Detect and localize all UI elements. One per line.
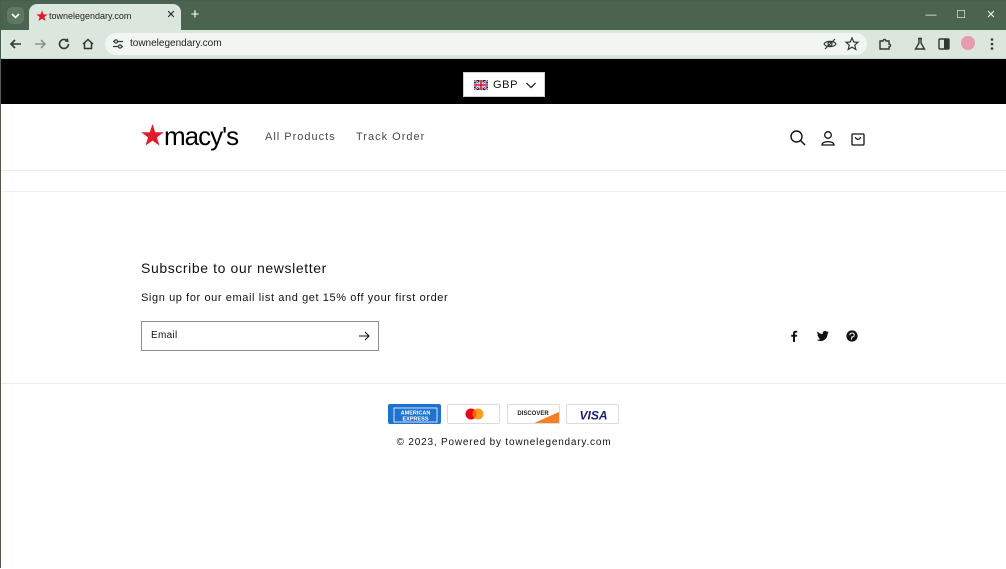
labs-flask-icon[interactable] [911,35,929,53]
facebook-icon[interactable] [788,330,800,342]
macys-star-icon [141,124,164,146]
browser-window: townelegendary.com ✕ + — ☐ ✕ townelegend… [0,0,1006,569]
logo-wordmark: macy's [164,121,239,151]
copyright-prefix: © 2023, [396,437,442,448]
footer-divider [1,383,1006,384]
browser-toolbar: townelegendary.com [1,30,1006,59]
visa-text: VISA [579,409,607,423]
maximize-button[interactable]: ☐ [953,7,969,23]
currency-label: GBP [493,79,519,91]
browser-tab[interactable]: townelegendary.com ✕ [29,4,181,30]
discover-logo: DISCOVER [517,411,559,423]
discover-card-icon: DISCOVER [507,404,560,424]
reload-icon[interactable] [55,35,73,53]
new-tab-button[interactable]: + [187,7,203,23]
email-placeholder: Email [151,330,178,341]
pinterest-icon[interactable] [846,330,858,342]
menu-kebab-icon[interactable] [983,35,1001,53]
nav-track-order[interactable]: Track Order [356,131,425,143]
amex-line-2: EXPRESS [403,416,429,422]
arrow-right-icon[interactable] [358,330,370,342]
visa-logo: VISA [579,409,607,423]
forward-arrow-icon[interactable] [31,35,49,53]
star-favicon-icon [36,10,48,21]
extensions-puzzle-icon[interactable] [876,35,894,53]
email-field[interactable]: Email [141,321,379,351]
site-header: macy's All Products Track Order [1,104,1006,171]
close-window-button[interactable]: ✕ [983,7,999,23]
url-text: townelegendary.com [130,38,222,49]
account-icon[interactable] [819,129,837,147]
address-bar[interactable]: townelegendary.com [105,33,867,55]
powered-by-link[interactable]: Powered by townelegendary.com [441,437,611,448]
macys-logo[interactable]: macy's [141,121,241,153]
newsletter-title: Subscribe to our newsletter [141,260,327,276]
section-divider [1,191,1006,192]
amex-card-icon: AMERICAN EXPRESS [388,404,441,424]
search-icon[interactable] [789,129,807,147]
tab-title: townelegendary.com [49,11,132,21]
minimize-button[interactable]: — [923,7,939,23]
mastercard-icon [447,404,500,424]
amex-logo: AMERICAN EXPRESS [393,407,438,423]
eye-off-icon[interactable] [822,36,838,52]
back-arrow-icon[interactable] [7,35,25,53]
home-icon[interactable] [79,35,97,53]
chevron-down-icon [526,82,536,89]
chevron-down-icon [11,13,20,19]
nav-all-products[interactable]: All Products [265,131,336,143]
cart-bag-icon[interactable] [849,129,867,147]
tab-close-icon[interactable]: ✕ [165,9,177,21]
discover-text: DISCOVER [517,411,549,417]
copyright-text: © 2023, Powered by townelegendary.com [1,437,1006,448]
tab-strip: townelegendary.com ✕ + — ☐ ✕ [1,1,1006,30]
visa-card-icon: VISA [566,404,619,424]
side-panel-icon[interactable] [935,35,953,53]
currency-selector[interactable]: GBP [463,72,545,97]
tab-search-button[interactable] [7,7,24,24]
twitter-icon[interactable] [817,330,829,342]
web-page: GBP macy's All Products Track Order Subs… [1,59,1006,569]
profile-avatar[interactable] [961,36,975,50]
mastercard-logo [465,408,484,420]
uk-flag-icon [474,80,488,90]
newsletter-subtitle: Sign up for our email list and get 15% o… [141,292,449,304]
site-settings-icon[interactable] [111,37,125,51]
announcement-bar: GBP [1,59,1006,104]
bookmark-star-icon[interactable] [844,36,860,52]
